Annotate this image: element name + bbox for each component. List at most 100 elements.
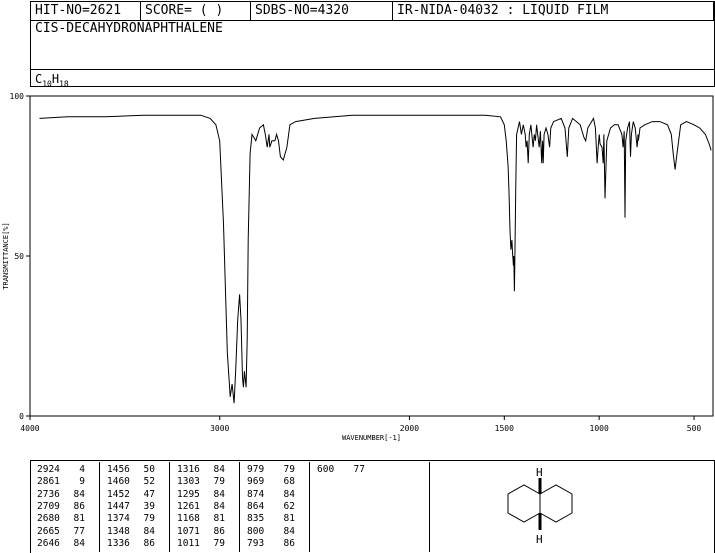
peak-row: 979 79: [247, 464, 295, 475]
peak-transmittance: 81: [213, 513, 225, 525]
peak-transmittance: 52: [143, 476, 155, 488]
peak-column: 1456 50 1460 52 1452 47 1447 39 1374 79 1348 84 1336…: [100, 462, 170, 552]
peak-transmittance: 50: [143, 464, 155, 475]
ir-spectrum-chart: 4000 3000 2000 1500 1000 500100500WAVENUMBER[…: [2, 92, 714, 442]
compound-name: CIS-DECAHYDRONAPHTHALENE: [35, 21, 223, 36]
peak-row: 1316 84: [177, 464, 225, 475]
peak-row: 800 84: [247, 526, 295, 537]
peak-transmittance: 79: [283, 464, 295, 475]
peak-wavenumber: 600: [317, 464, 335, 475]
y-axis-label: TRANSMITTANCE[%]: [2, 222, 10, 289]
y-tick-label: 50: [14, 252, 24, 261]
peak-wavenumber: 2861: [37, 476, 60, 488]
peak-transmittance: 4: [79, 464, 85, 475]
peak-wavenumber: 1460: [107, 476, 130, 488]
ir-nida: IR-NIDA-04032 : LIQUID FILM: [393, 2, 714, 20]
peak-wavenumber: 1168: [177, 513, 200, 525]
peak-transmittance: 62: [283, 500, 295, 512]
peak-transmittance: 86: [213, 525, 225, 537]
peak-row: 1295 84: [177, 489, 225, 500]
peak-row: 1460 52: [107, 476, 155, 487]
peak-transmittance: 9: [79, 476, 85, 488]
y-tick-label: 0: [19, 412, 24, 421]
peak-wavenumber: 874: [247, 488, 265, 500]
peak-wavenumber: 1456: [107, 464, 130, 475]
y-tick-label: 100: [10, 92, 25, 101]
peak-transmittance: 81: [283, 513, 295, 525]
peak-wavenumber: 864: [247, 500, 265, 512]
hit-number: HIT-NO=2621: [31, 2, 141, 20]
peak-row: 1456 50: [107, 464, 155, 475]
left-ring: [507, 484, 541, 523]
plot-frame: [29, 95, 714, 417]
score: SCORE= ( ): [141, 2, 251, 20]
peak-row: 1303 79: [177, 476, 225, 487]
x-tick-label: 3000: [210, 424, 229, 433]
peak-column: 979 79 969 68 874 84 864 62 835 81 800 84 793 86: [240, 462, 310, 552]
peak-wavenumber: 2665: [37, 525, 60, 537]
peak-wavenumber: 1316: [177, 464, 200, 475]
peak-wavenumber: 793: [247, 537, 265, 549]
molecular-formula: C10H18: [35, 72, 69, 89]
peak-column: 1316 84 1303 79 1295 84 1261 84 1168 81 1071 86 1011…: [170, 462, 240, 552]
peak-transmittance: 79: [213, 476, 225, 488]
peak-row: 1071 86: [177, 526, 225, 537]
peak-wavenumber: 1011: [177, 537, 200, 549]
peak-row: 2709 86: [37, 501, 85, 512]
peak-transmittance: 84: [73, 537, 85, 549]
peak-transmittance: 86: [143, 537, 155, 549]
peak-row: 864 62: [247, 501, 295, 512]
peak-transmittance: 84: [73, 488, 85, 500]
peak-row: 1011 79: [177, 538, 225, 549]
peak-transmittance: 77: [353, 464, 365, 475]
peak-transmittance: 79: [213, 537, 225, 549]
peak-row: 2680 81: [37, 513, 85, 524]
peak-row: 1261 84: [177, 501, 225, 512]
peak-wavenumber: 1336: [107, 537, 130, 549]
peak-transmittance: 86: [283, 537, 295, 549]
peak-transmittance: 84: [283, 525, 295, 537]
peak-transmittance: 79: [143, 513, 155, 525]
peak-row: 2924 4: [37, 464, 85, 475]
peak-wavenumber: 1348: [107, 525, 130, 537]
peak-row: 2861 9: [37, 476, 85, 487]
peak-wavenumber: 1447: [107, 500, 130, 512]
peak-wavenumber: 1261: [177, 500, 200, 512]
peak-row: 1336 86: [107, 538, 155, 549]
peak-wavenumber: 1374: [107, 513, 130, 525]
peak-row: 2646 84: [37, 538, 85, 549]
peak-transmittance: 84: [213, 500, 225, 512]
peak-transmittance: 68: [283, 476, 295, 488]
x-tick-label: 2000: [400, 424, 419, 433]
peak-row: 1348 84: [107, 526, 155, 537]
peak-row: 600 77: [317, 464, 365, 475]
atom-h-top: H: [536, 466, 543, 479]
peak-wavenumber: 1452: [107, 488, 130, 500]
right-ring: [539, 484, 573, 523]
header-block: HIT-NO=2621 SCORE= ( ) SDBS-NO=4320 IR-N…: [30, 1, 715, 89]
peak-wavenumber: 1295: [177, 488, 200, 500]
peak-row: 835 81: [247, 513, 295, 524]
decalin-structure-drawing: H H: [507, 466, 573, 546]
sdbs-number: SDBS-NO=4320: [251, 2, 393, 20]
peak-transmittance: 84: [143, 525, 155, 537]
peak-transmittance: 84: [213, 488, 225, 500]
peak-column: 600 77: [310, 462, 430, 552]
peak-transmittance: 77: [73, 525, 85, 537]
x-tick-label: 1500: [495, 424, 514, 433]
peak-row: 874 84: [247, 489, 295, 500]
peak-row: 2665 77: [37, 526, 85, 537]
peak-row: 1452 47: [107, 489, 155, 500]
peak-transmittance: 86: [73, 500, 85, 512]
peak-transmittance: 39: [143, 500, 155, 512]
peak-wavenumber: 1071: [177, 525, 200, 537]
peak-wavenumber: 979: [247, 464, 265, 475]
peak-wavenumber: 2680: [37, 513, 60, 525]
peak-wavenumber: 2646: [37, 537, 60, 549]
peak-row: 793 86: [247, 538, 295, 549]
peak-wavenumber: 2709: [37, 500, 60, 512]
peak-row: 1374 79: [107, 513, 155, 524]
peak-row: 969 68: [247, 476, 295, 487]
x-tick-label: 4000: [20, 424, 39, 433]
x-tick-label: 1000: [590, 424, 609, 433]
